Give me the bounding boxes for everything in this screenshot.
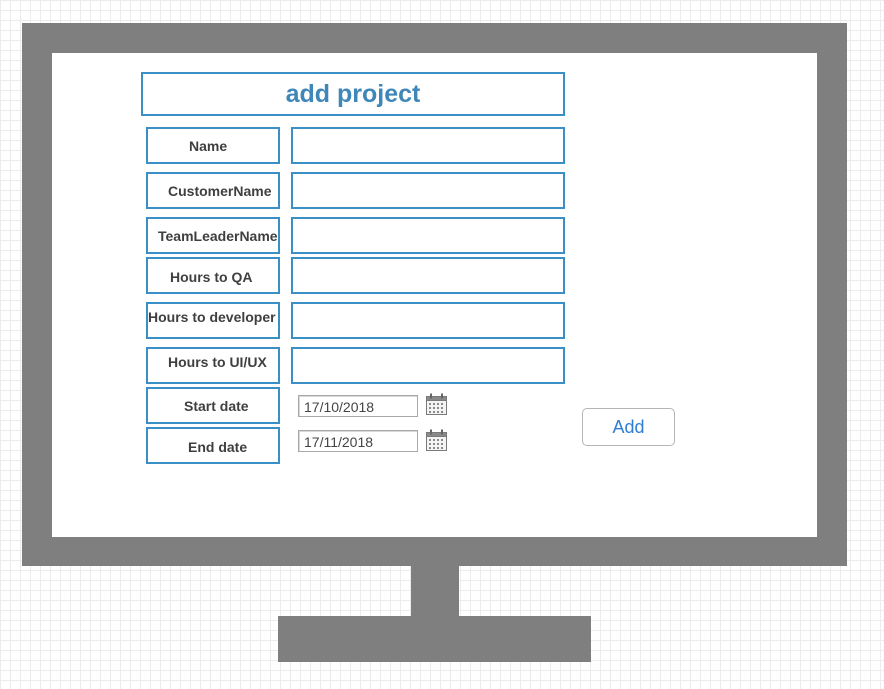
name-label: Name <box>146 127 280 164</box>
hours-to-qa-label: Hours to QA <box>146 257 280 294</box>
hours-to-qa-label-text: Hours to QA <box>170 269 253 285</box>
monitor-screen <box>52 53 817 537</box>
team-leader-name-label-text: TeamLeaderName <box>158 228 278 244</box>
hours-to-uiux-label-text: Hours to UI/UX <box>168 354 267 370</box>
hours-to-developer-label: Hours to developer <box>146 302 280 339</box>
end-date-label-text: End date <box>188 439 248 455</box>
calendar-icon[interactable] <box>426 393 447 415</box>
add-button[interactable]: Add <box>582 408 675 446</box>
end-date-label: End date <box>146 427 280 464</box>
customer-name-label: CustomerName <box>146 172 280 209</box>
hours-to-qa-input[interactable] <box>291 257 565 294</box>
name-input[interactable] <box>291 127 565 164</box>
name-label-text: Name <box>189 138 228 154</box>
monitor-neck <box>411 566 459 616</box>
monitor-base <box>278 616 591 662</box>
hours-to-developer-label-text: Hours to developer <box>148 309 276 325</box>
team-leader-name-label: TeamLeaderName <box>146 217 280 254</box>
form-title: add project <box>141 72 565 116</box>
team-leader-name-input[interactable] <box>291 217 565 254</box>
hours-to-uiux-input[interactable] <box>291 347 565 384</box>
hours-to-uiux-label: Hours to UI/UX <box>146 347 280 384</box>
calendar-icon[interactable] <box>426 429 447 451</box>
customer-name-label-text: CustomerName <box>168 183 272 199</box>
customer-name-input[interactable] <box>291 172 565 209</box>
form-title-text: add project <box>285 79 421 108</box>
hours-to-developer-input[interactable] <box>291 302 565 339</box>
start-date-label: Start date <box>146 387 280 424</box>
start-date-label-text: Start date <box>184 398 249 414</box>
start-date-input[interactable]: 17/10/2018 <box>298 395 418 417</box>
end-date-input[interactable]: 17/11/2018 <box>298 430 418 452</box>
